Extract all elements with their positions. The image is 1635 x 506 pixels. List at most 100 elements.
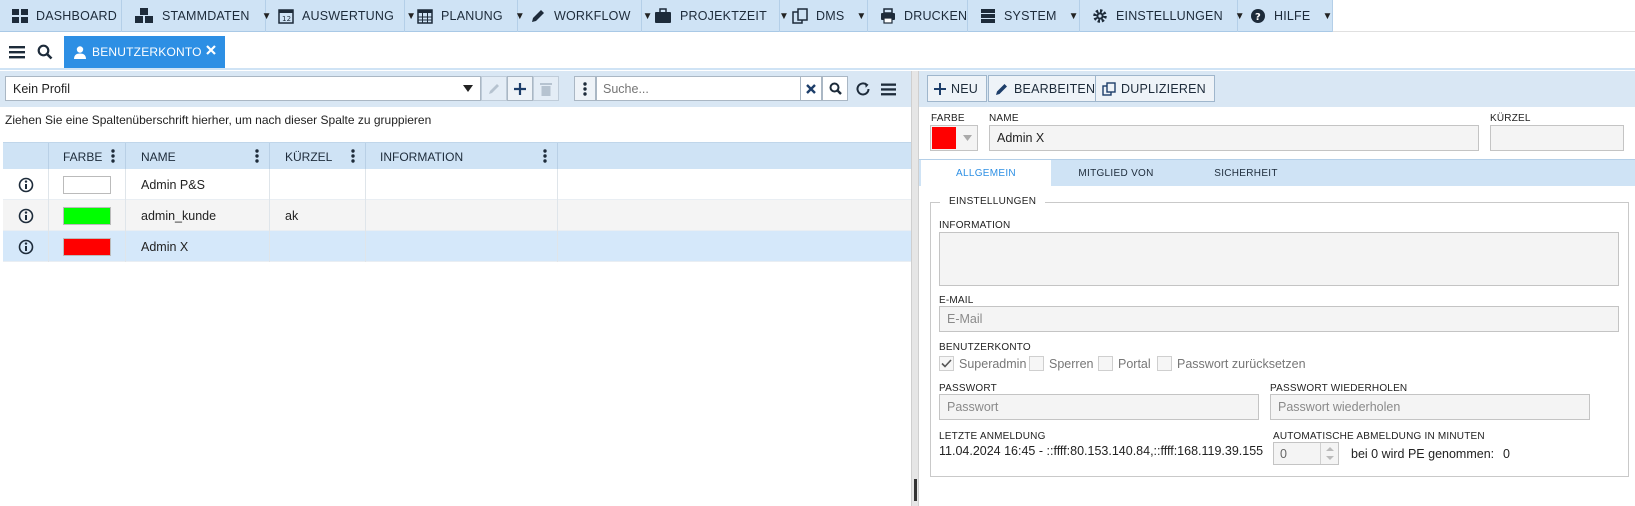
info-icon[interactable] [3, 200, 49, 231]
nav-projektzeit[interactable]: PROJEKTZEIT ▼ [642, 0, 789, 32]
reset-password-checkbox[interactable]: Passwort zurücksetzen [1157, 356, 1306, 371]
account-label: BENUTZERKONTO [939, 342, 1031, 353]
server-icon [980, 8, 996, 24]
column-label: NAME [141, 149, 176, 164]
checkbox-label: Superadmin [959, 356, 1027, 371]
new-button[interactable]: NEU [927, 75, 987, 102]
auto-logout-hint: bei 0 wird PE genommen: [1351, 447, 1495, 461]
tab-label: BENUTZERKONTO [92, 45, 202, 59]
nav-stammdaten[interactable]: STAMMDATEN ▼ [122, 0, 272, 32]
nav-drucken[interactable]: DRUCKEN [868, 0, 968, 32]
close-icon[interactable] [205, 44, 217, 56]
gear-icon [1092, 8, 1108, 24]
nav-label: EINSTELLUNGEN [1116, 9, 1223, 23]
nav-label: DRUCKEN [904, 9, 968, 23]
user-icon [74, 45, 86, 59]
dropdown-arrow-icon [963, 135, 972, 141]
button-label: NEU [951, 81, 978, 96]
superadmin-checkbox[interactable]: Superadmin [939, 356, 1026, 371]
print-icon [880, 8, 896, 24]
splitter-grip[interactable] [914, 479, 917, 501]
name-cell: Admin P&S [126, 169, 270, 200]
tab-benutzerkonto[interactable]: BENUTZERKONTO [64, 36, 225, 68]
table-row[interactable]: admin_kunde ak [3, 200, 911, 231]
button-label: BEARBEITEN [1014, 81, 1096, 96]
menu-icon[interactable] [8, 43, 26, 61]
color-cell [49, 169, 126, 200]
calendar-grid-icon [417, 8, 433, 24]
nav-hilfe[interactable]: ? HILFE ▼ [1238, 0, 1333, 32]
table-row[interactable]: Admin X [3, 231, 911, 262]
column-options-button[interactable] [574, 76, 596, 101]
duplicate-button[interactable]: DUPLIZIEREN [1095, 75, 1215, 102]
information-field[interactable] [939, 232, 1619, 286]
nav-label: WORKFLOW [554, 9, 631, 23]
name-field[interactable]: Admin X [989, 125, 1479, 151]
column-menu-icon[interactable] [111, 149, 115, 163]
dropdown-arrow-icon [463, 85, 473, 92]
nav-dashboard[interactable]: DASHBOARD [0, 0, 122, 32]
nav-auswertung[interactable]: 12 AUSWERTUNG ▼ [266, 0, 416, 32]
checkbox-box [939, 356, 954, 371]
delete-profile-button[interactable] [533, 76, 559, 101]
clear-search-button[interactable] [800, 76, 822, 101]
edit-profile-button[interactable] [481, 76, 507, 101]
edit-button[interactable]: BEARBEITEN [988, 75, 1105, 102]
password-field[interactable]: Passwort [939, 394, 1259, 420]
tab-row: BENUTZERKONTO [0, 33, 1635, 70]
info-icon[interactable] [3, 231, 49, 262]
checkbox-label: Portal [1118, 356, 1151, 371]
column-menu-icon[interactable] [351, 149, 355, 163]
profile-value: Kein Profil [13, 81, 70, 96]
svg-text:?: ? [1255, 12, 1261, 23]
kuerzel-field[interactable] [1490, 125, 1624, 151]
nav-einstellungen[interactable]: EINSTELLUNGEN ▼ [1080, 0, 1245, 32]
search-icon [829, 82, 842, 95]
detail-toolbar: NEU BEARBEITEN DUPLIZIEREN [919, 71, 1635, 107]
table-row[interactable]: Admin P&S [3, 169, 911, 200]
password-repeat-field[interactable]: Passwort wiederholen [1270, 394, 1590, 420]
nav-dms[interactable]: DMS ▼ [780, 0, 868, 32]
search-button[interactable] [822, 76, 848, 101]
column-header-name[interactable]: NAME [126, 143, 270, 170]
panel-splitter[interactable] [911, 71, 919, 506]
stepper-value: 0 [1280, 447, 1287, 461]
tab-mitglied-von[interactable]: MITGLIED VON [1051, 160, 1181, 187]
column-header-kuerzel[interactable]: KÜRZEL [270, 143, 366, 170]
color-picker[interactable] [930, 125, 978, 151]
search-icon[interactable] [36, 43, 54, 61]
color-cell [49, 231, 126, 262]
profile-select[interactable]: Kein Profil [5, 76, 481, 101]
column-header-info [3, 143, 49, 170]
email-field[interactable]: E-Mail [939, 306, 1619, 332]
column-header-information[interactable]: INFORMATION [366, 143, 558, 170]
search-input[interactable] [596, 76, 801, 101]
portal-checkbox[interactable]: Portal [1098, 356, 1151, 371]
column-menu-icon[interactable] [255, 149, 259, 163]
kuerzel-cell [270, 231, 366, 262]
column-header-farbe[interactable]: FARBE [49, 143, 126, 170]
column-menu-icon[interactable] [543, 149, 547, 163]
auto-logout-stepper[interactable]: 0 [1273, 442, 1339, 465]
menu-icon[interactable] [878, 79, 898, 99]
add-profile-button[interactable] [507, 76, 533, 101]
refresh-icon[interactable] [853, 79, 873, 99]
nav-system[interactable]: SYSTEM ▼ [968, 0, 1080, 32]
nav-planung[interactable]: PLANUNG ▼ [405, 0, 525, 32]
nav-workflow[interactable]: WORKFLOW ▼ [518, 0, 653, 32]
kuerzel-cell [270, 169, 366, 200]
nav-label: AUSWERTUNG [302, 9, 395, 23]
email-label: E-MAIL [939, 295, 974, 306]
name-cell: admin_kunde [126, 200, 270, 231]
svg-text:12: 12 [282, 15, 291, 23]
clear-icon [806, 83, 816, 94]
dashboard-icon [12, 8, 28, 24]
tab-allgemein[interactable]: ALLGEMEIN [921, 160, 1051, 187]
stepper-arrows[interactable] [1320, 443, 1338, 464]
sperren-checkbox[interactable]: Sperren [1029, 356, 1093, 371]
tab-sicherheit[interactable]: SICHERHEIT [1181, 160, 1311, 187]
information-label: INFORMATION [939, 220, 1011, 231]
nav-label: PLANUNG [441, 9, 503, 23]
info-icon[interactable] [3, 169, 49, 200]
calendar-icon: 12 [278, 8, 294, 24]
